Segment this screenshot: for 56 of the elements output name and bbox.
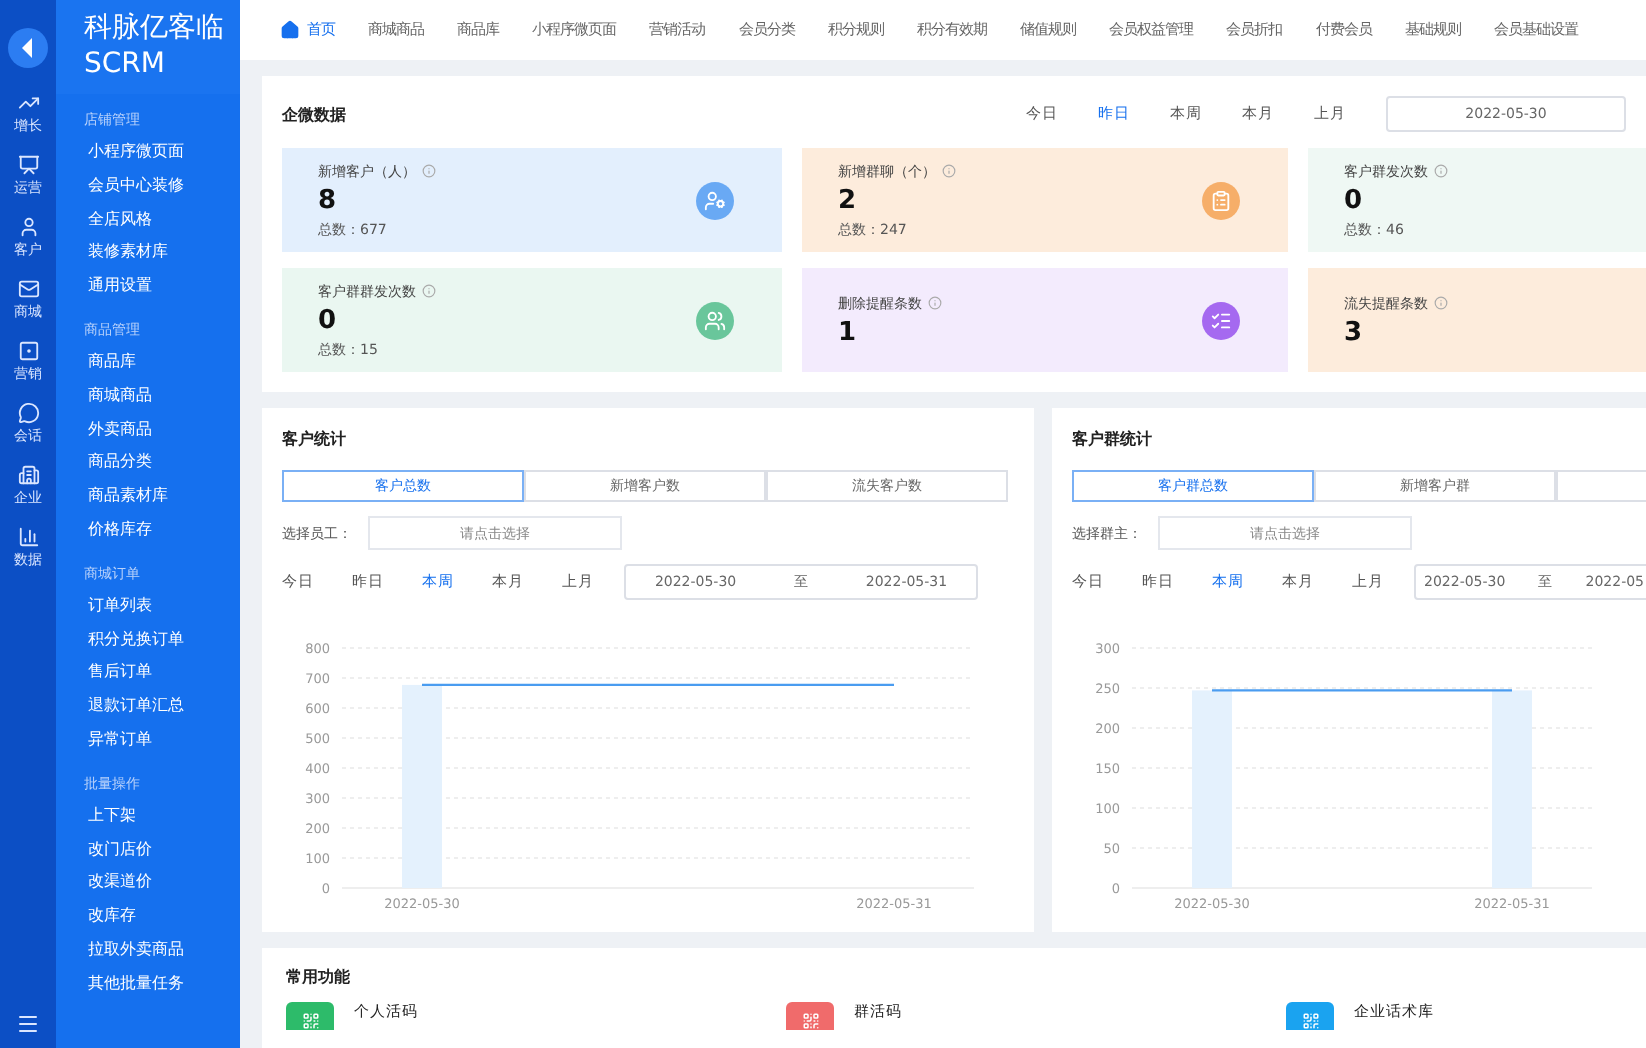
bar-chart-icon — [17, 526, 39, 548]
stat-value: 0 — [318, 305, 339, 335]
stat-icon — [696, 301, 734, 339]
menu-item[interactable]: 商品库 — [56, 345, 240, 380]
stat-value: 8 — [318, 185, 339, 215]
section-title: 企微数据 — [282, 103, 346, 125]
menu-item[interactable]: 外卖商品 — [56, 413, 240, 447]
menu-item[interactable]: 装修素材库 — [56, 236, 240, 271]
menu-item[interactable]: 异常订单 — [56, 723, 240, 758]
section-title: 客户群统计 — [1072, 428, 1154, 450]
menu-item[interactable]: 改库存 — [56, 900, 240, 934]
logo-icon — [8, 28, 48, 68]
menu-item[interactable]: 小程序微页面 — [56, 136, 240, 170]
section-title: 常用功能 — [286, 966, 352, 988]
chat-bubble-icon — [17, 402, 39, 424]
menu-item[interactable]: 价格库存 — [56, 513, 240, 548]
menu-icon[interactable] — [16, 1012, 40, 1036]
stat-value: 2 — [838, 185, 859, 215]
info-icon[interactable] — [942, 164, 956, 178]
function-icon[interactable] — [286, 1002, 334, 1030]
menu-item[interactable]: 上下架 — [56, 799, 240, 834]
user-icon — [17, 216, 39, 238]
presentation-board-icon — [17, 154, 39, 176]
menu-item[interactable]: 售后订单 — [56, 656, 240, 691]
stat-value: 1 — [838, 317, 859, 347]
menu-item[interactable]: 改渠道价 — [56, 866, 240, 901]
brand-title: 科脉亿客临 SCRM — [56, 0, 240, 94]
function-icon[interactable] — [786, 1002, 834, 1030]
stat-icon — [696, 181, 734, 219]
menu-item[interactable]: 订单列表 — [56, 589, 240, 624]
menu-item[interactable]: 拉取外卖商品 — [56, 933, 240, 968]
menu-item[interactable]: 会员中心装修 — [56, 169, 240, 204]
building-icon — [17, 464, 39, 486]
menu-item[interactable]: 改门店价 — [56, 833, 240, 867]
menu-item[interactable]: 退款订单汇总 — [56, 690, 240, 724]
info-icon[interactable] — [1434, 296, 1448, 310]
info-icon[interactable] — [928, 296, 942, 310]
stat-value: 3 — [1344, 317, 1365, 347]
info-icon[interactable] — [422, 284, 436, 298]
info-icon[interactable] — [422, 164, 436, 178]
mail-icon — [17, 278, 39, 300]
info-icon[interactable] — [1434, 164, 1448, 178]
menu-item[interactable]: 积分兑换订单 — [56, 623, 240, 657]
trend-line-icon — [17, 92, 39, 114]
menu-item[interactable]: 全店风格 — [56, 203, 240, 237]
stat-icon — [1202, 181, 1240, 219]
function-icon[interactable] — [1286, 1002, 1334, 1030]
stat-icon — [1202, 301, 1240, 339]
menu-item[interactable]: 商城商品 — [56, 379, 240, 414]
stat-value: 0 — [1344, 185, 1365, 215]
menu-item[interactable]: 通用设置 — [56, 270, 240, 304]
menu-item[interactable]: 商品素材库 — [56, 480, 240, 514]
home-icon — [280, 20, 301, 40]
section-title: 客户统计 — [282, 428, 348, 450]
menu-item[interactable]: 其他批量任务 — [56, 967, 240, 1002]
menu-item[interactable]: 商品分类 — [56, 446, 240, 481]
